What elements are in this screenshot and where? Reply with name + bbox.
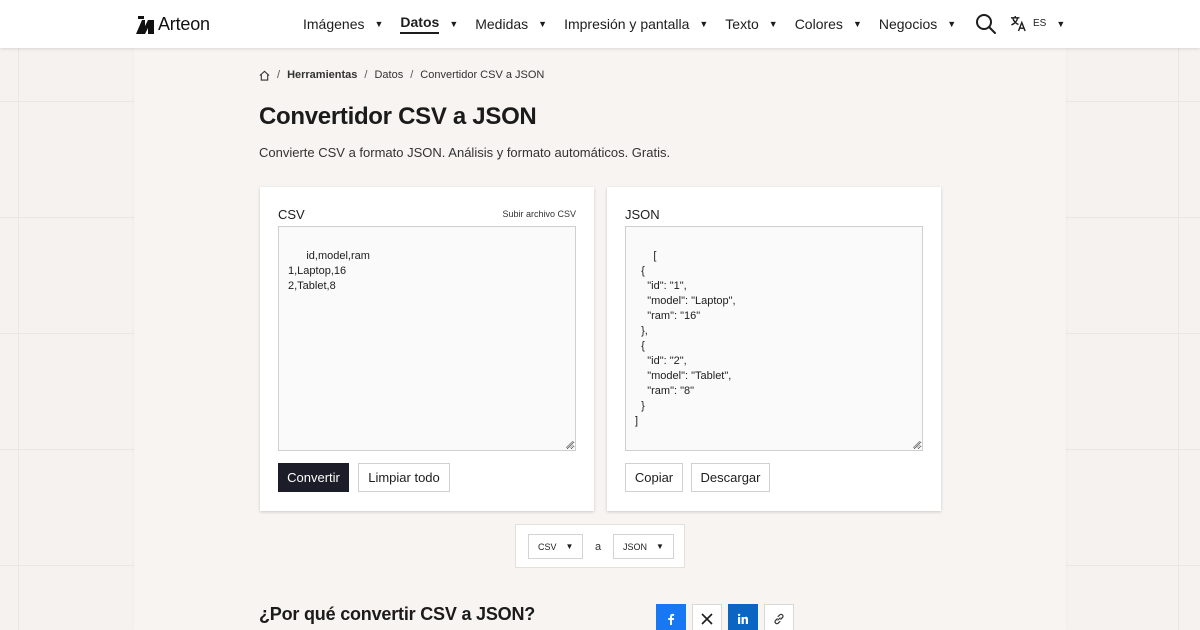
caret-down-icon: ▼ xyxy=(699,19,709,29)
nav-label: Colores xyxy=(794,16,843,32)
caret-down-icon: ▼ xyxy=(538,19,548,29)
resize-handle-icon[interactable] xyxy=(566,441,573,448)
caret-down-icon: ▼ xyxy=(947,19,957,29)
csv-label: CSV xyxy=(278,207,305,222)
share-x-button[interactable] xyxy=(692,604,722,630)
copy-button[interactable]: Copiar xyxy=(625,463,683,492)
caret-down-icon: ▼ xyxy=(565,542,574,551)
target-format-select[interactable]: JSON ▼ xyxy=(613,534,674,559)
top-navigation-bar: Arteon Imágenes ▼ Datos ▼ Medidas ▼ Impr… xyxy=(0,0,1200,48)
json-output-text: [ { "id": "1", "model": "Laptop", "ram":… xyxy=(635,250,736,427)
nav-item-colores[interactable]: Colores ▼ xyxy=(795,0,862,48)
main-content: / Herramientas / Datos / Convertidor CSV… xyxy=(134,48,1066,630)
nav-item-imagenes[interactable]: Imágenes ▼ xyxy=(303,0,383,48)
nav-item-texto[interactable]: Texto ▼ xyxy=(725,0,777,48)
language-selector[interactable]: ES ▼ xyxy=(1010,15,1065,32)
target-format-value: JSON xyxy=(623,541,648,552)
why-section-title: ¿Por qué convertir CSV a JSON? xyxy=(259,604,536,624)
main-nav: Imágenes ▼ Datos ▼ Medidas ▼ Impresión y… xyxy=(303,0,973,48)
csv-input-text: id,model,ram 1,Laptop,16 2,Tablet,8 xyxy=(288,250,370,292)
logo-text: Arteon xyxy=(158,14,210,34)
copy-link-button[interactable] xyxy=(764,604,794,630)
resize-handle-icon[interactable] xyxy=(913,441,920,448)
download-button[interactable]: Descargar xyxy=(691,463,770,492)
breadcrumb: / Herramientas / Datos / Convertidor CSV… xyxy=(259,69,544,81)
nav-label: Imágenes xyxy=(303,16,365,32)
x-icon xyxy=(701,613,713,625)
nav-label: Impresión y pantalla xyxy=(564,16,690,32)
json-label: JSON xyxy=(625,207,660,222)
page-title: Convertidor CSV a JSON xyxy=(259,103,537,130)
nav-item-datos[interactable]: Datos ▼ xyxy=(400,0,458,48)
nav-label: Texto xyxy=(725,16,759,32)
breadcrumb-separator: / xyxy=(364,69,368,81)
breadcrumb-separator: / xyxy=(277,69,281,81)
format-separator: a xyxy=(595,541,602,553)
caret-down-icon: ▼ xyxy=(656,542,664,551)
nav-item-impresion[interactable]: Impresión y pantalla ▼ xyxy=(564,0,708,48)
nav-label: Negocios xyxy=(878,16,938,32)
search-icon[interactable] xyxy=(975,13,997,35)
breadcrumb-current: Convertidor CSV a JSON xyxy=(420,69,545,81)
caret-down-icon: ▼ xyxy=(374,19,384,29)
caret-down-icon: ▼ xyxy=(449,19,459,29)
json-panel: JSON [ { "id": "1", "model": "Laptop", "… xyxy=(607,187,941,511)
clear-all-button[interactable]: Limpiar todo xyxy=(358,463,450,492)
csv-panel: CSV Subir archivo CSV id,model,ram 1,Lap… xyxy=(260,187,594,511)
link-icon xyxy=(774,613,784,625)
nav-label: Medidas xyxy=(475,16,529,32)
breadcrumb-herramientas[interactable]: Herramientas xyxy=(287,69,357,81)
logo[interactable]: Arteon xyxy=(136,14,210,35)
nav-label: Datos xyxy=(400,14,440,34)
language-code: ES xyxy=(1033,18,1047,29)
upload-csv-link[interactable]: Subir archivo CSV xyxy=(502,209,576,219)
caret-down-icon: ▼ xyxy=(768,19,778,29)
caret-down-icon: ▼ xyxy=(1056,18,1066,29)
nav-item-medidas[interactable]: Medidas ▼ xyxy=(475,0,547,48)
json-output[interactable]: [ { "id": "1", "model": "Laptop", "ram":… xyxy=(625,226,923,451)
facebook-icon xyxy=(668,613,675,625)
page-description: Convierte CSV a formato JSON. Análisis y… xyxy=(259,145,671,160)
breadcrumb-datos[interactable]: Datos xyxy=(374,69,403,81)
share-facebook-button[interactable] xyxy=(656,604,686,630)
arteon-logo-icon xyxy=(136,15,154,34)
linkedin-icon xyxy=(737,613,748,624)
convert-button[interactable]: Convertir xyxy=(278,463,349,492)
caret-down-icon: ▼ xyxy=(852,19,862,29)
nav-item-negocios[interactable]: Negocios ▼ xyxy=(879,0,956,48)
format-selector: CSV ▼ a JSON ▼ xyxy=(515,524,685,568)
home-icon[interactable] xyxy=(259,70,270,81)
translate-icon xyxy=(1010,15,1026,32)
source-format-value: CSV xyxy=(538,541,557,552)
csv-input[interactable]: id,model,ram 1,Laptop,16 2,Tablet,8 xyxy=(278,226,576,451)
breadcrumb-separator: / xyxy=(410,69,414,81)
source-format-select[interactable]: CSV ▼ xyxy=(528,534,583,559)
share-linkedin-button[interactable] xyxy=(728,604,758,630)
